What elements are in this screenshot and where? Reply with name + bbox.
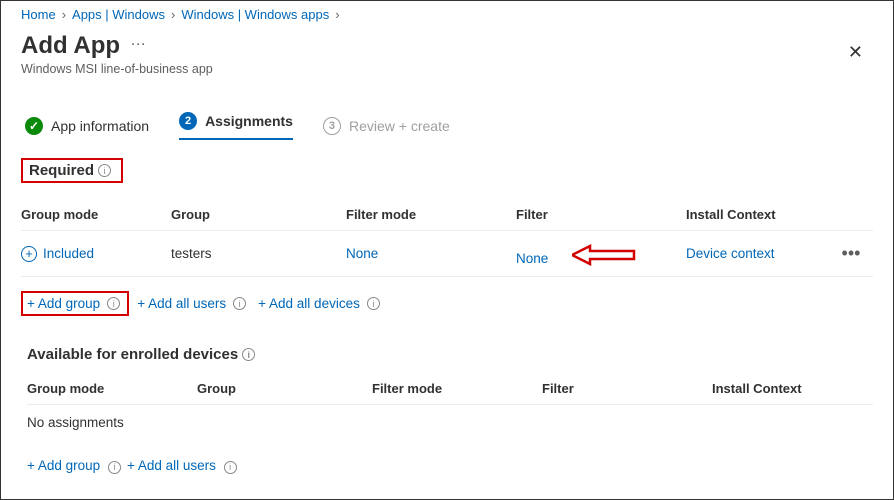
available-heading-label: Available for enrolled devices [27,346,238,363]
group-mode-cell[interactable]: + Included [21,246,171,262]
add-group-label: + Add group [27,296,100,311]
add-all-users-button[interactable]: + Add all users i [127,458,237,474]
chevron-right-icon: › [62,7,66,22]
col-install-context: Install Context [712,381,857,396]
add-group-button[interactable]: + Add group i [23,294,124,313]
info-icon[interactable]: i [107,297,120,310]
install-context-cell[interactable]: Device context [686,246,831,261]
add-all-devices-button[interactable]: + Add all devices i [254,294,384,313]
add-all-users-label: + Add all users [137,296,226,311]
wizard-step-label: App information [51,118,149,134]
filter-cell[interactable]: None [516,251,548,266]
page-subtitle: Windows MSI line-of-business app [21,62,213,76]
available-table-header: Group mode Group Filter mode Filter Inst… [27,363,873,404]
chevron-right-icon: › [171,7,175,22]
more-icon[interactable]: … [130,32,146,50]
wizard-step-label: Review + create [349,118,450,134]
group-mode-label: Included [43,246,94,261]
col-group: Group [197,381,372,396]
col-group-mode: Group mode [27,381,197,396]
col-filter: Filter [516,207,686,222]
breadcrumb: Home › Apps | Windows › Windows | Window… [21,7,873,22]
available-add-links: + Add group i + Add all users i [27,458,873,474]
page-title: Add App [21,32,120,60]
info-icon[interactable]: i [98,164,111,177]
wizard-step-app-information[interactable]: ✓ App information [25,117,149,135]
breadcrumb-apps-windows[interactable]: Apps | Windows [72,7,165,22]
col-group-mode: Group mode [21,207,171,222]
table-row: + Included testers None None Device cont… [21,230,873,277]
table-header: Group mode Group Filter mode Filter Inst… [21,207,873,230]
filter-mode-cell[interactable]: None [346,246,516,261]
row-more-icon[interactable]: ••• [831,243,871,264]
step-number-icon: 3 [323,117,341,135]
chevron-right-icon: › [335,7,339,22]
info-icon[interactable]: i [242,348,255,361]
breadcrumb-home[interactable]: Home [21,7,56,22]
add-all-users-label: + Add all users [127,458,216,473]
close-icon[interactable]: ✕ [838,36,873,69]
wizard-steps: ✓ App information 2 Assignments 3 Review… [25,112,873,140]
add-all-devices-label: + Add all devices [258,296,360,311]
col-group: Group [171,207,346,222]
add-group-label: + Add group [27,458,100,473]
checkmark-icon: ✓ [25,117,43,135]
col-filter-mode: Filter mode [346,207,516,222]
wizard-step-label: Assignments [205,113,293,129]
no-assignments-text: No assignments [27,404,873,446]
add-all-users-button[interactable]: + Add all users i [133,294,250,313]
info-icon[interactable]: i [233,297,246,310]
add-group-button[interactable]: + Add group i [27,458,121,474]
required-heading-highlight: Required i [21,158,123,183]
step-number-icon: 2 [179,112,197,130]
available-heading: Available for enrolled devices i [27,346,873,363]
col-filter: Filter [542,381,712,396]
info-icon[interactable]: i [367,297,380,310]
breadcrumb-windows-apps[interactable]: Windows | Windows apps [181,7,329,22]
wizard-step-assignments[interactable]: 2 Assignments [179,112,293,140]
col-install-context: Install Context [686,207,831,222]
required-heading: Required [29,162,94,179]
info-icon[interactable]: i [224,461,237,474]
wizard-step-review-create: 3 Review + create [323,117,450,135]
required-table: Group mode Group Filter mode Filter Inst… [21,207,873,277]
filter-cell-wrapper: None [516,241,686,266]
required-add-links: + Add group i + Add all users i + Add al… [21,291,873,316]
group-cell: testers [171,246,346,261]
info-icon[interactable]: i [108,461,121,474]
plus-circle-icon: + [21,246,37,262]
col-filter-mode: Filter mode [372,381,542,396]
arrow-annotation-icon [572,241,638,266]
